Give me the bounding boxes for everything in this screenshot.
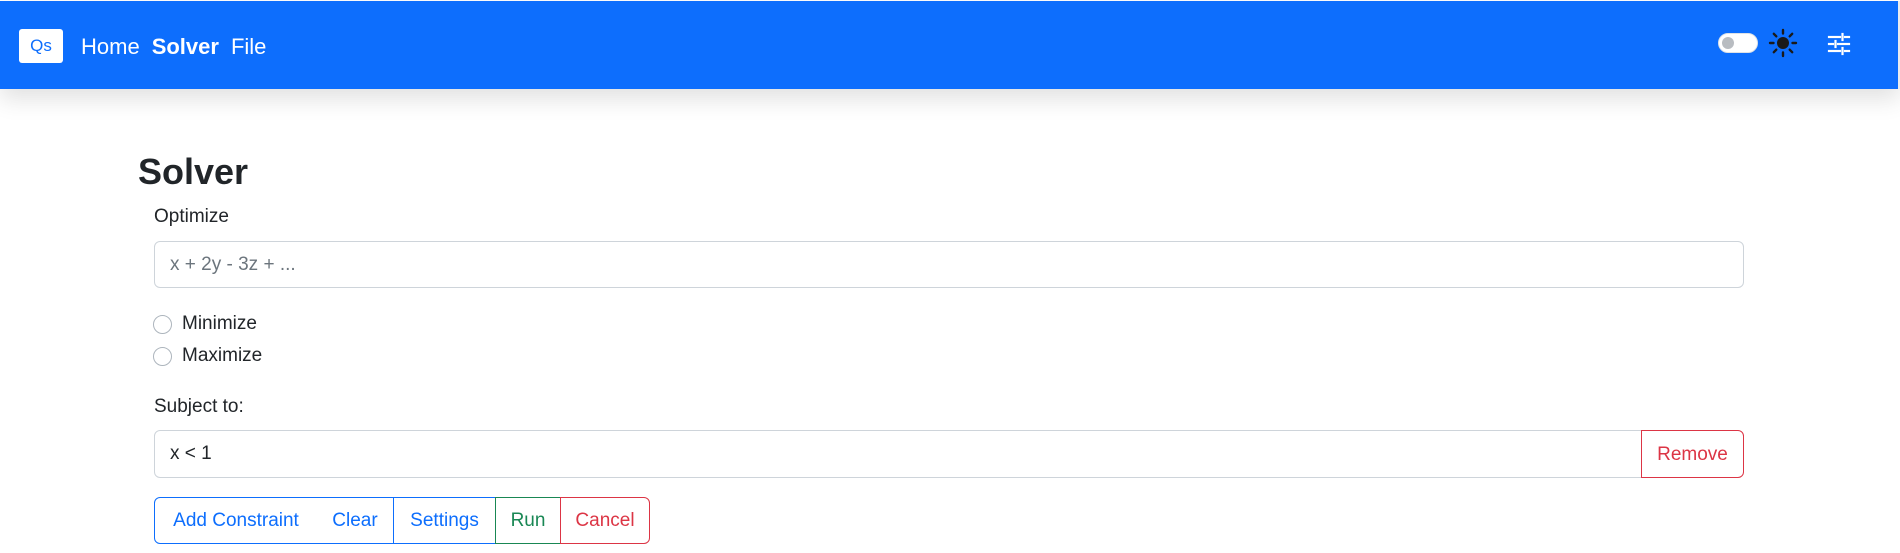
nav-links: Home Solver File: [81, 31, 266, 63]
optimize-label: Optimize: [154, 206, 229, 227]
minimize-label: Minimize: [182, 313, 257, 334]
clear-button[interactable]: Clear: [317, 497, 394, 544]
theme-toggle[interactable]: [1718, 33, 1758, 53]
minimize-radio[interactable]: [153, 314, 172, 334]
page-title: Solver: [138, 151, 249, 192]
run-button[interactable]: Run: [495, 497, 561, 544]
add-constraint-button[interactable]: Add Constraint: [154, 497, 318, 544]
minimize-option[interactable]: Minimize: [153, 311, 257, 337]
subject-to-label: Subject to:: [154, 396, 244, 417]
settings-button[interactable]: Settings: [393, 497, 496, 544]
toggle-knob: [1722, 37, 1734, 49]
maximize-label: Maximize: [182, 345, 263, 366]
constraint-input[interactable]: [154, 430, 1642, 478]
cancel-button[interactable]: Cancel: [560, 497, 650, 544]
brand-logo[interactable]: Qs: [19, 29, 63, 63]
maximize-option[interactable]: Maximize: [153, 343, 262, 369]
objective-input[interactable]: [154, 241, 1744, 288]
remove-constraint-button[interactable]: Remove: [1641, 430, 1744, 478]
tune-icon[interactable]: [1826, 31, 1852, 57]
sun-icon: [1768, 28, 1798, 58]
navbar: Qs Home Solver File: [0, 1, 1900, 89]
maximize-radio[interactable]: [153, 346, 172, 366]
nav-link-solver[interactable]: Solver: [152, 31, 219, 63]
nav-link-home[interactable]: Home: [81, 31, 140, 63]
nav-link-file[interactable]: File: [231, 31, 266, 63]
